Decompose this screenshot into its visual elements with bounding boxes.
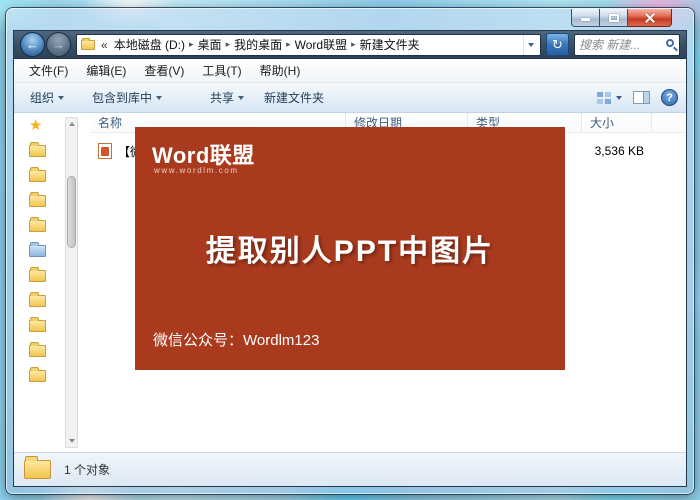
organize-button[interactable]: 组织 — [22, 85, 72, 110]
search-box[interactable] — [574, 33, 680, 56]
minimize-icon — [581, 17, 590, 21]
scroll-down-button[interactable] — [66, 436, 77, 447]
sidebar-folder-icon[interactable] — [29, 367, 46, 382]
refresh-icon: ↻ — [552, 36, 563, 52]
item-count: 1 个对象 — [64, 463, 111, 477]
include-in-library-label: 包含到库中 — [92, 91, 153, 105]
sidebar-folder-icon[interactable] — [29, 292, 46, 307]
breadcrumb-item-desktop[interactable]: 桌面 — [195, 36, 225, 53]
sidebar-folder-icon[interactable] — [29, 142, 46, 157]
folder-icon — [81, 37, 95, 50]
slide-title: 提取别人PPT中图片 — [205, 235, 495, 268]
scroll-up-button[interactable] — [66, 118, 77, 129]
search-input[interactable] — [579, 37, 666, 52]
menu-edit[interactable]: 编辑(E) — [77, 59, 135, 82]
column-header-size[interactable]: 大小 — [582, 113, 652, 132]
refresh-button[interactable]: ↻ — [546, 33, 569, 56]
breadcrumb-item-local-disk-d[interactable]: 本地磁盘 (D:) — [111, 36, 188, 53]
breadcrumb-item-my-desktop[interactable]: 我的桌面 — [231, 36, 285, 53]
organize-label: 组织 — [30, 91, 55, 105]
menu-help[interactable]: 帮助(H) — [251, 59, 310, 82]
navigation-pane-items: ★ — [29, 118, 46, 382]
share-button[interactable]: 共享 — [202, 85, 252, 110]
search-icon — [666, 39, 674, 47]
favorites-star-icon[interactable]: ★ — [29, 118, 42, 133]
include-in-library-button[interactable]: 包含到库中 — [84, 85, 170, 110]
chevron-down-icon — [528, 42, 534, 50]
new-folder-label: 新建文件夹 — [264, 91, 325, 105]
menu-bar: 文件(F) 编辑(E) 查看(V) 工具(T) 帮助(H) — [14, 59, 686, 83]
sidebar-scrollbar[interactable] — [65, 117, 78, 448]
scrollbar-thumb[interactable] — [67, 176, 76, 248]
close-button[interactable] — [628, 9, 672, 27]
change-view-button[interactable] — [597, 91, 622, 104]
chevron-down-icon — [238, 95, 245, 103]
breadcrumb-dropdown[interactable] — [523, 34, 538, 55]
sidebar-folder-icon[interactable] — [29, 217, 46, 232]
close-icon — [644, 12, 656, 24]
help-button[interactable]: ? — [661, 89, 678, 106]
menu-tools[interactable]: 工具(T) — [193, 59, 250, 82]
triangle-down-icon — [68, 439, 75, 446]
breadcrumb-item-wordlm[interactable]: Word联盟 — [292, 36, 350, 53]
wechat-account: 微信公众号：Wordlm123 — [153, 332, 320, 349]
sidebar-folder-icon[interactable] — [29, 342, 46, 357]
window-controls — [571, 9, 672, 27]
maximize-button[interactable] — [600, 9, 628, 27]
navigation-bar: ← → « 本地磁盘 (D:) ▸ 桌面 ▸ 我的桌面 ▸ Word联盟 ▸ 新… — [14, 31, 686, 59]
minimize-button[interactable] — [571, 9, 600, 27]
menu-view[interactable]: 查看(V) — [135, 59, 193, 82]
column-header-filler — [652, 113, 686, 132]
sidebar-folder-icon[interactable] — [29, 167, 46, 182]
back-icon: ← — [26, 37, 39, 52]
command-bar: 组织 包含到库中 共享 新建文件夹 ? — [14, 83, 686, 113]
breadcrumb-item-new-folder[interactable]: 新建文件夹 — [357, 36, 423, 53]
menu-file[interactable]: 文件(F) — [20, 59, 77, 82]
chevron-down-icon — [58, 95, 65, 103]
sidebar-folder-icon[interactable] — [29, 317, 46, 332]
views-grid-icon — [597, 91, 612, 104]
folder-icon — [24, 456, 51, 479]
slide-image-overlay: Word联盟 www.wordlm.com 提取别人PPT中图片 微信公众号：W… — [135, 127, 565, 370]
sidebar-drive-icon[interactable] — [29, 242, 46, 257]
chevron-down-icon — [156, 95, 163, 103]
wordlm-url: www.wordlm.com — [154, 166, 239, 175]
breadcrumb[interactable]: « 本地磁盘 (D:) ▸ 桌面 ▸ 我的桌面 ▸ Word联盟 ▸ 新建文件夹 — [76, 33, 541, 56]
back-button[interactable]: ← — [20, 32, 45, 57]
chevron-down-icon — [616, 95, 622, 103]
sidebar-folder-icon[interactable] — [29, 267, 46, 282]
file-size-cell: 3,536 KB — [594, 144, 644, 158]
new-folder-button[interactable]: 新建文件夹 — [256, 85, 332, 110]
powerpoint-file-icon — [98, 143, 112, 159]
forward-button[interactable]: → — [46, 32, 71, 57]
breadcrumb-overflow[interactable]: « — [101, 38, 108, 52]
maximize-icon — [608, 13, 619, 22]
desktop-wallpaper: ← → « 本地磁盘 (D:) ▸ 桌面 ▸ 我的桌面 ▸ Word联盟 ▸ 新… — [0, 0, 700, 500]
triangle-up-icon — [68, 119, 75, 126]
status-bar: 1 个对象 — [14, 452, 686, 486]
preview-pane-button[interactable] — [633, 91, 650, 104]
share-label: 共享 — [210, 91, 235, 105]
toolbar-right-group: ? — [597, 89, 678, 106]
help-icon: ? — [666, 91, 673, 104]
navigation-pane: ★ — [14, 113, 90, 452]
sidebar-folder-icon[interactable] — [29, 192, 46, 207]
forward-icon: → — [52, 37, 65, 52]
